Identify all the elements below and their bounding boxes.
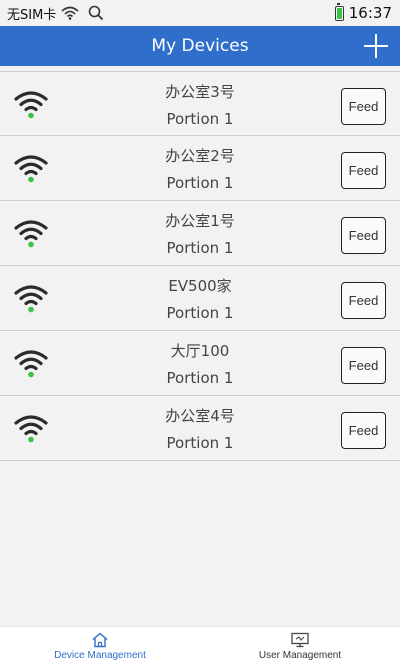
device-row[interactable]: EV500家 Portion 1 Feed	[0, 266, 400, 331]
status-bar: 无SIM卡 16:37	[0, 0, 400, 26]
device-row[interactable]: 办公室1号 Portion 1 Feed	[0, 201, 400, 266]
feed-button[interactable]: Feed	[341, 412, 386, 449]
home-icon	[92, 632, 108, 648]
feed-button[interactable]: Feed	[341, 282, 386, 319]
bottom-nav: Device Management User Management	[0, 626, 400, 667]
device-row[interactable]: 办公室2号 Portion 1 Feed	[0, 136, 400, 201]
status-right: 16:37	[334, 2, 392, 22]
device-info: 办公室4号 Portion 1	[80, 396, 320, 461]
device-name: 办公室1号	[165, 212, 235, 230]
clock-time: 16:37	[348, 4, 392, 22]
wifi-signal-icon	[14, 220, 48, 248]
feed-button[interactable]: Feed	[341, 347, 386, 384]
device-name: 办公室4号	[165, 407, 235, 425]
wifi-signal-icon	[14, 155, 48, 183]
search-icon	[89, 5, 104, 21]
device-portion: Portion 1	[166, 369, 234, 387]
online-dot	[28, 436, 34, 443]
device-portion: Portion 1	[166, 239, 234, 257]
wifi-signal-icon	[14, 285, 48, 313]
online-dot	[28, 371, 34, 378]
carrier-text: 无SIM卡	[7, 7, 57, 23]
device-info: EV500家 Portion 1	[80, 266, 320, 331]
app-header: My Devices	[0, 26, 400, 66]
device-info: 大厅100 Portion 1	[80, 331, 320, 396]
device-name: 办公室3号	[165, 83, 235, 101]
feed-button[interactable]: Feed	[341, 88, 386, 125]
online-dot	[28, 176, 34, 183]
online-dot	[28, 112, 34, 119]
device-portion: Portion 1	[166, 174, 234, 192]
device-row[interactable]: 办公室3号 Portion 1 Feed	[0, 71, 400, 136]
device-name: 大厅100	[170, 342, 230, 360]
nav-label-user-management: User Management	[258, 650, 342, 661]
wifi-status-icon	[61, 6, 79, 20]
device-info: 办公室1号 Portion 1	[80, 201, 320, 266]
monitor-icon	[291, 632, 309, 648]
wifi-signal-icon	[14, 350, 48, 378]
status-left: 无SIM卡	[7, 4, 104, 23]
online-dot	[28, 241, 34, 248]
device-row[interactable]: 办公室4号 Portion 1 Feed	[0, 396, 400, 461]
device-info: 办公室3号 Portion 1	[80, 72, 320, 137]
add-device-button[interactable]	[362, 32, 390, 60]
device-portion: Portion 1	[166, 110, 234, 128]
device-portion: Portion 1	[166, 304, 234, 322]
wifi-signal-icon	[14, 91, 48, 119]
feed-button[interactable]: Feed	[341, 217, 386, 254]
device-name: 办公室2号	[165, 147, 235, 165]
nav-user-management[interactable]: User Management	[200, 627, 400, 667]
nav-label-device-management: Device Management	[54, 650, 146, 661]
online-dot	[28, 306, 34, 313]
device-name: EV500家	[168, 277, 232, 295]
device-portion: Portion 1	[166, 434, 234, 452]
wifi-signal-icon	[14, 415, 48, 443]
device-row[interactable]: 大厅100 Portion 1 Feed	[0, 331, 400, 396]
nav-device-management[interactable]: Device Management	[0, 627, 200, 667]
device-list: 办公室3号 Portion 1 Feed 办公室2号 Portion 1 Feed 办公室1…	[0, 71, 400, 461]
feed-button[interactable]: Feed	[341, 152, 386, 189]
device-info: 办公室2号 Portion 1	[80, 136, 320, 201]
page-title: My Devices	[151, 36, 249, 56]
battery-icon	[334, 2, 344, 21]
